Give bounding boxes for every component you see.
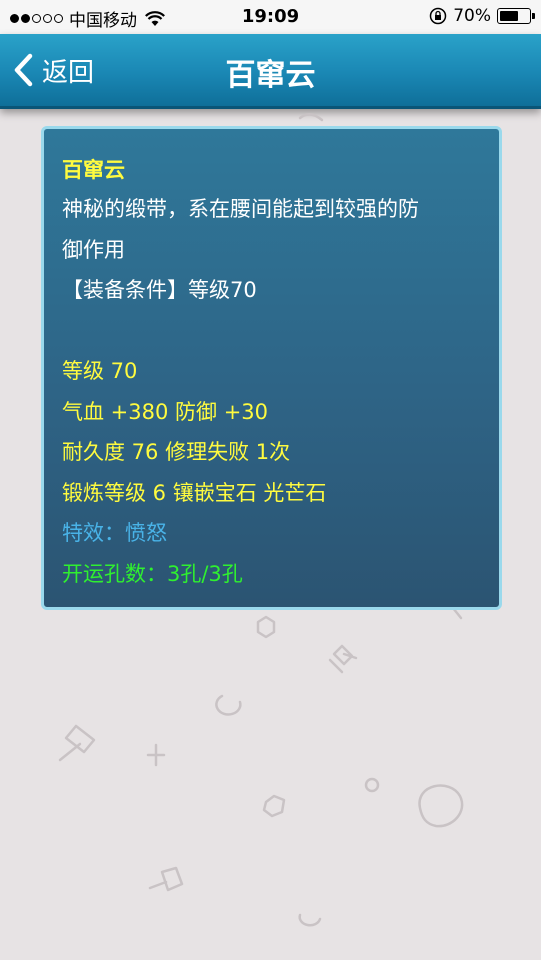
item-forging: 锻炼等级 6 镶嵌宝石 光芒石 — [62, 480, 327, 505]
item-name: 百窜云 — [62, 158, 125, 182]
item-description-line-1: 神秘的缎带，系在腰间能起到较强的防 — [62, 197, 419, 221]
item-durability: 耐久度 76 修理失败 1次 — [62, 440, 291, 464]
item-holes: 开运孔数：3孔/3孔 — [62, 561, 243, 586]
item-requirement: 【装备条件】等级70 — [62, 278, 257, 302]
item-detail-card: 百窜云 神秘的缎带，系在腰间能起到较强的防 御作用 【装备条件】等级70 等级 … — [41, 126, 502, 610]
item-level: 等级 70 — [62, 359, 138, 383]
item-special-effect: 特效：愤怒 — [62, 521, 167, 545]
item-stats: 气血 +380 防御 +30 — [62, 399, 269, 424]
item-description-line-2: 御作用 — [62, 237, 125, 262]
